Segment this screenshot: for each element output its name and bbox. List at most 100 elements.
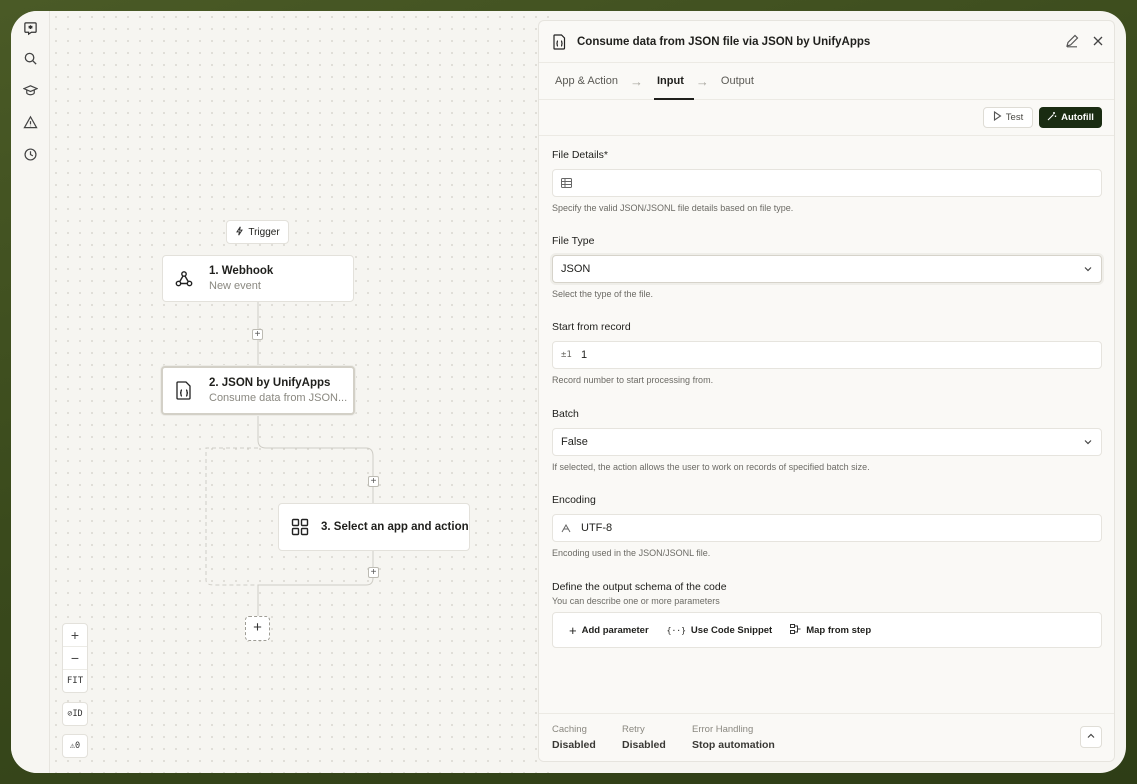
add-final-step-button[interactable]: + [245,616,270,641]
batch-value: False [561,436,588,448]
field-help: Select the type of the file. [552,289,654,299]
add-step-button[interactable]: + [368,567,379,578]
play-icon [993,110,1002,124]
panel-header: Consume data from JSON file via JSON by … [539,21,1114,63]
field-label: Start from record [552,321,631,333]
retry-value: Disabled [622,739,666,751]
file-type-value: JSON [561,263,591,275]
schema-title: Define the output schema of the code [552,581,727,593]
file-type-select[interactable]: JSON [552,255,1102,283]
number-type-icon: ±1 [561,350,572,360]
grid-icon [289,516,311,538]
file-details-field: File Details* Specify the valid JSON/JSO… [552,149,1102,213]
node-subtitle: Consume data from JSON... [209,392,348,404]
left-rail [11,11,50,773]
trigger-badge[interactable]: Trigger [226,220,289,244]
add-step-button[interactable]: + [252,329,263,340]
id-toggle-button[interactable]: ⊘ID [62,702,88,726]
panel-title: Consume data from JSON file via JSON by … [577,35,871,48]
encoding-input[interactable]: UTF-8 [552,514,1102,542]
select-app-node[interactable]: 3. Select an app and action [278,503,470,551]
collapse-footer-button[interactable] [1080,726,1102,748]
text-type-icon [561,523,575,533]
trigger-label: Trigger [248,226,280,238]
webhook-node[interactable]: 1. Webhook New event [162,255,354,302]
add-step-button[interactable]: + [368,476,379,487]
warnings-button[interactable]: ⚠0 [62,734,88,758]
field-label: Batch [552,408,579,420]
map-from-step-label: Map from step [806,624,872,636]
zoom-out-button[interactable]: − [63,647,87,670]
error-handling-label: Error Handling [692,724,754,735]
tab-output[interactable]: Output [721,75,754,87]
retry-setting[interactable]: Retry Disabled [622,724,666,751]
field-help: Encoding used in the JSON/JSONL file. [552,548,711,558]
chevron-down-icon [1083,264,1093,274]
file-details-input[interactable] [552,169,1102,197]
tab-input[interactable]: Input [657,75,684,87]
node-title: 1. Webhook [209,265,274,277]
table-icon [561,178,575,188]
output-schema-section: Define the output schema of the code You… [552,581,1102,648]
panel-tabs: App & Action → Input → Output [539,63,1114,100]
chevron-up-icon [1086,728,1096,746]
error-handling-setting[interactable]: Error Handling Stop automation [692,724,775,751]
start-record-input[interactable]: ±1 1 [552,341,1102,369]
caching-value: Disabled [552,739,596,751]
arrow-right-icon: → [630,73,643,89]
start-record-value: 1 [581,349,588,361]
use-code-snippet-button[interactable]: {··} Use Code Snippet [667,625,773,636]
map-icon [790,623,801,637]
field-help: If selected, the action allows the user … [552,462,870,472]
autofill-label: Autofill [1061,112,1094,123]
field-help: Record number to start processing from. [552,375,714,385]
retry-label: Retry [622,724,645,735]
batch-select[interactable]: False [552,428,1102,456]
magic-wand-icon [1047,111,1057,124]
warnings-count: 0 [75,741,81,751]
schema-actions: + Add parameter {··} Use Code Snippet Ma… [552,612,1102,648]
tab-app-action[interactable]: App & Action [555,75,618,87]
error-handling-value: Stop automation [692,739,775,751]
step-config-panel: Consume data from JSON file via JSON by … [538,20,1115,762]
start-record-field: Start from record ±1 1 Record number to … [552,321,1102,385]
caching-label: Caching [552,724,587,735]
lightning-icon [235,226,244,239]
close-icon[interactable] [1091,34,1107,50]
edit-icon[interactable] [1065,34,1081,50]
encoding-value: UTF-8 [581,522,613,534]
plus-icon: + [569,622,577,638]
zoom-in-button[interactable]: + [63,624,87,647]
test-button[interactable]: Test [983,107,1033,128]
autofill-button[interactable]: Autofill [1039,107,1102,128]
code-braces-icon: {··} [666,625,686,635]
panel-footer: Caching Disabled Retry Disabled Error Ha… [539,713,1114,761]
node-title: 2. JSON by UnifyApps [209,377,331,389]
add-parameter-button[interactable]: + Add parameter [569,623,649,638]
json-node[interactable]: 2. JSON by UnifyApps Consume data from J… [161,366,355,415]
history-icon[interactable] [19,143,41,165]
json-file-icon [173,380,195,402]
logo-icon[interactable] [19,17,41,39]
search-icon[interactable] [19,47,41,69]
graduation-cap-icon[interactable] [19,79,41,101]
field-label: Encoding [552,494,596,506]
json-file-icon [553,33,567,50]
node-title: 3. Select an app and action [321,521,469,533]
caching-setting[interactable]: Caching Disabled [552,724,596,751]
fit-button[interactable]: FIT [63,670,87,693]
field-label: File Type [552,235,595,247]
id-label: ID [72,709,83,719]
test-label: Test [1005,112,1024,123]
field-label: File Details* [552,149,609,161]
add-parameter-label: Add parameter [581,624,649,636]
node-subtitle: New event [209,280,261,292]
code-snippet-label: Use Code Snippet [690,624,773,636]
warning-icon[interactable] [19,111,41,133]
arrow-right-icon: → [695,73,709,89]
encoding-field: Encoding UTF-8 Encoding used in the JSON… [552,494,1102,558]
map-from-step-button[interactable]: Map from step [790,623,872,637]
chevron-down-icon [1083,437,1093,447]
zoom-controls: + − FIT [62,623,88,693]
field-help: Specify the valid JSON/JSONL file detail… [552,203,794,213]
